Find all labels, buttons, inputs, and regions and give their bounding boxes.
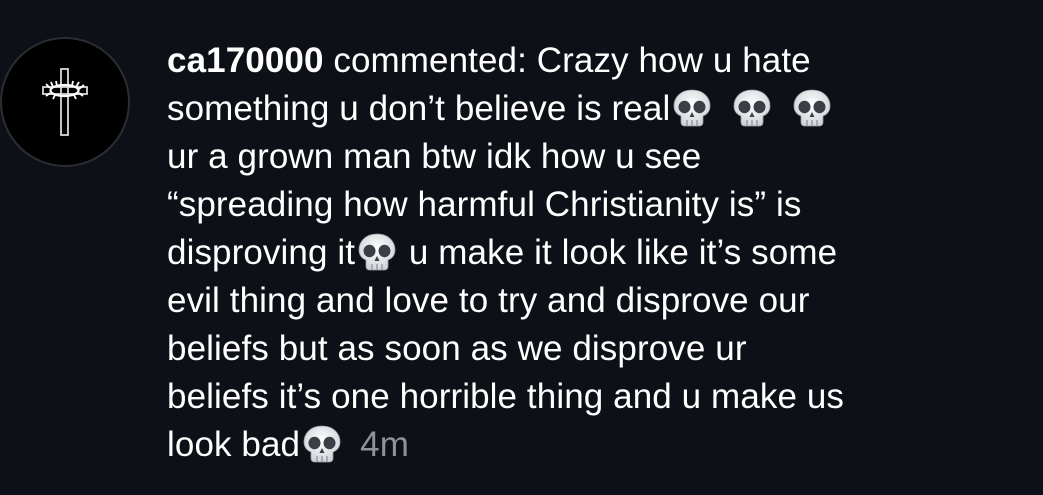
comment-text-segment: ur a grown man btw idk how u see — [167, 137, 702, 176]
comment-line-2: something u don’t believe is real — [167, 85, 1037, 133]
skull-emoji-icon — [300, 424, 344, 464]
comment-text-segment: beliefs but as soon as we disprove ur — [167, 329, 747, 368]
comment-text-segment: disproving it — [167, 233, 356, 272]
comment-line-7: beliefs but as soon as we disprove ur — [167, 325, 1037, 373]
comment-line-4: “spreading how harmful Christianity is” … — [167, 181, 1037, 229]
skull-emoji-icon — [670, 88, 714, 128]
comment-line-5: disproving it u make it look like it’s s… — [167, 229, 1037, 277]
comment-text-segment: evil thing and love to try and disprove … — [167, 281, 810, 320]
comment-text-segment: something u don’t believe is real — [167, 89, 671, 128]
username-link[interactable]: ca170000 — [167, 41, 324, 80]
comment-notification[interactable]: ca170000 commented: Crazy how u hate som… — [0, 0, 1043, 495]
skull-emoji-icon — [355, 232, 399, 272]
comment-text-segment: u make it look like it’s some — [399, 233, 838, 272]
skull-emoji-icon — [730, 88, 774, 128]
comment-text-segment: beliefs it’s one horrible thing and u ma… — [167, 377, 845, 416]
comment-line-6: evil thing and love to try and disprove … — [167, 277, 1037, 325]
comment-line-8: beliefs it’s one horrible thing and u ma… — [167, 373, 1037, 421]
avatar[interactable] — [0, 37, 130, 167]
comment-action-text: commented: Crazy how u hate — [323, 41, 811, 80]
comment-text: ca170000 commented: Crazy how u hate som… — [167, 37, 1037, 469]
comment-text-segment: look bad — [167, 425, 301, 464]
comment-line-9: look bad 4m — [167, 421, 1037, 469]
comment-text-segment: “spreading how harmful Christianity is” … — [167, 185, 802, 224]
comment-line-3: ur a grown man btw idk how u see — [167, 133, 1037, 181]
skull-emoji-icon — [790, 88, 834, 128]
timestamp: 4m — [360, 425, 409, 464]
cross-with-crown-of-thorns-icon — [42, 68, 88, 136]
comment-line-1: ca170000 commented: Crazy how u hate — [167, 37, 1037, 85]
